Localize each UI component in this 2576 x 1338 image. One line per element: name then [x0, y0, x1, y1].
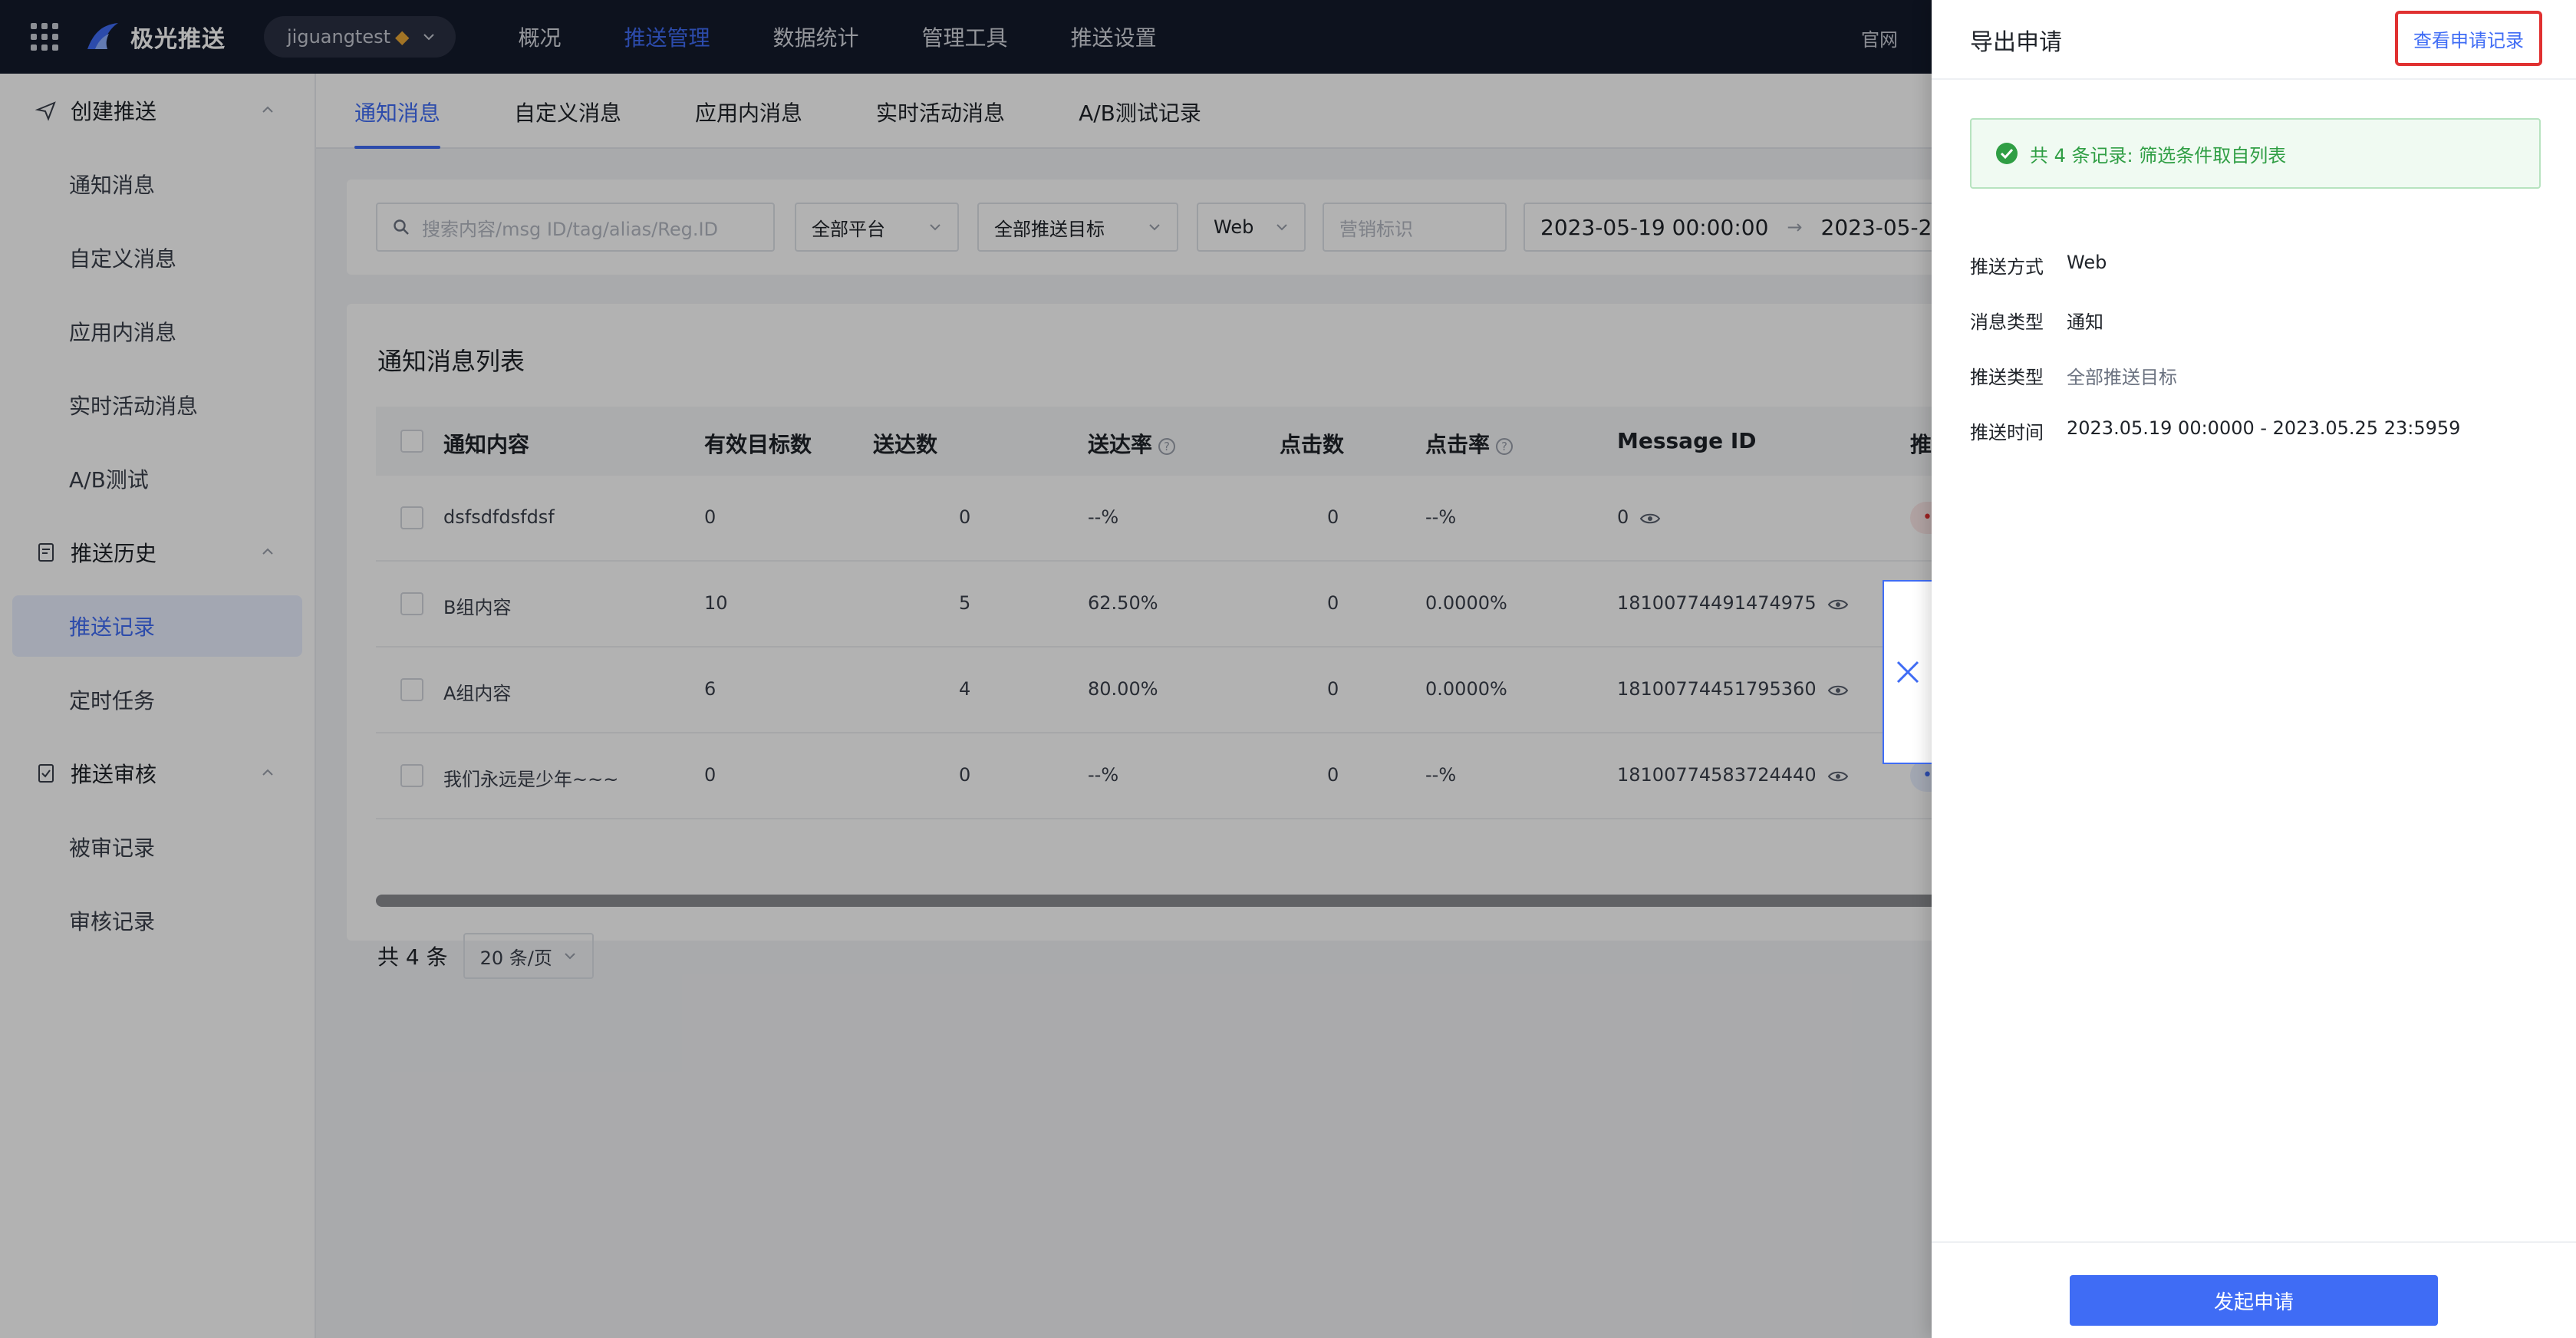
view-records-link[interactable]: 查看申请记录 — [2395, 11, 2542, 66]
drawer-footer: 发起申请 — [1932, 1241, 2576, 1338]
field-value: 全部推送目标 — [2067, 367, 2177, 388]
field-push-method: 推送方式 Web — [1970, 252, 2107, 278]
export-drawer: 导出申请 查看申请记录 共 4 条记录: 筛选条件取自列表 推送方式 Web 消… — [1932, 0, 2576, 1338]
field-push-time: 推送时间 2023.05.19 00:0000 - 2023.05.25 23:… — [1970, 417, 2460, 444]
success-message: 共 4 条记录: 筛选条件取自列表 — [2030, 144, 2287, 166]
field-label: 推送方式 — [1970, 256, 2044, 278]
field-value: Web — [2067, 252, 2107, 273]
close-icon — [1896, 661, 1919, 684]
field-message-type: 消息类型 通知 — [1970, 307, 2103, 334]
field-label: 推送时间 — [1970, 422, 2044, 443]
success-alert: 共 4 条记录: 筛选条件取自列表 — [1970, 118, 2541, 189]
drawer-header: 导出申请 查看申请记录 — [1932, 0, 2576, 80]
field-value: 通知 — [2067, 311, 2103, 333]
field-value: 2023.05.19 00:0000 - 2023.05.25 23:5959 — [2067, 417, 2461, 439]
drawer-title: 导出申请 — [1970, 29, 2062, 56]
modal-overlay[interactable] — [0, 0, 1932, 1338]
field-label: 推送类型 — [1970, 367, 2044, 388]
field-label: 消息类型 — [1970, 311, 2044, 333]
submit-request-button[interactable]: 发起申请 — [2070, 1275, 2438, 1326]
close-drawer-button[interactable] — [1883, 580, 1932, 764]
check-circle-icon — [1996, 143, 2018, 164]
field-push-type: 推送类型 全部推送目标 — [1970, 362, 2177, 389]
